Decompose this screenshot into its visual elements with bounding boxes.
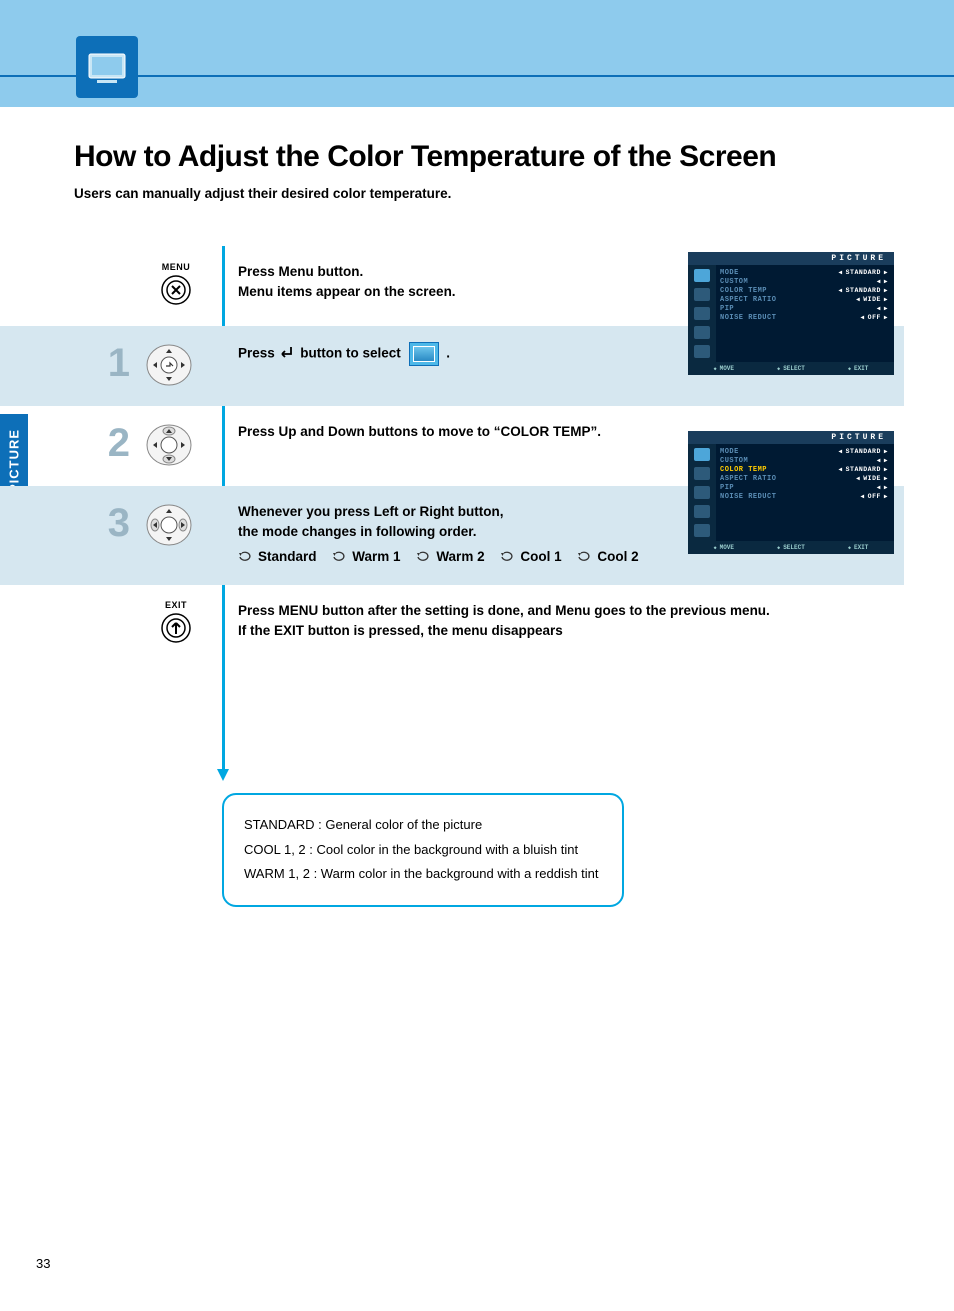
dpad-leftright-icon	[146, 500, 192, 548]
osd-screenshot-2: PICTURE MODESTANDARD CUSTOM COLOR TEMPST…	[688, 431, 894, 554]
osd-rows: MODESTANDARD CUSTOM COLOR TEMPSTANDARD A…	[716, 444, 894, 541]
page-number: 33	[36, 1256, 50, 1271]
osd-title: PICTURE	[688, 431, 894, 444]
info-line-2: COOL 1, 2 : Cool color in the background…	[244, 838, 602, 863]
osd-icon-column	[688, 444, 716, 541]
dpad-icon	[146, 340, 192, 388]
info-line-3: WARM 1, 2 : Warm color in the background…	[244, 862, 602, 887]
mode-cycle: Standard Warm 1 Warm 2 Cool 1 Cool 2	[238, 547, 674, 569]
step-2-number: 2	[108, 421, 130, 466]
steps-container: PICTURE MODESTANDARD CUSTOM COLOR TEMPST…	[0, 246, 904, 665]
step-3-number: 3	[108, 501, 130, 546]
step-exit-line2: If the EXIT button is pressed, the menu …	[238, 621, 864, 641]
step-1-tail: .	[443, 346, 451, 361]
step-1-number: 1	[108, 341, 130, 386]
cycle-arrow-icon	[238, 551, 252, 563]
top-rule	[0, 75, 954, 77]
dpad-updown-icon	[146, 420, 192, 468]
menu-button-icon: MENU	[160, 262, 192, 306]
osd-title: PICTURE	[688, 252, 894, 265]
step-exit: EXIT Press MENU button after the setting…	[0, 585, 904, 665]
exit-button-icon: EXIT	[160, 600, 192, 644]
step-menu-line2: Menu items appear on the screen.	[238, 282, 674, 302]
menu-label: MENU	[162, 262, 191, 272]
step-menu-line1: Press Menu button.	[238, 262, 674, 282]
info-line-1: STANDARD : General color of the picture	[244, 813, 602, 838]
top-band	[0, 0, 954, 107]
screen-icon	[409, 342, 439, 366]
page-subtitle: Users can manually adjust their desired …	[74, 186, 904, 201]
step-3-line1: Whenever you press Left or Right button,	[238, 502, 674, 522]
step-3-line2: the mode changes in following order.	[238, 522, 674, 542]
osd-rows: MODESTANDARD CUSTOM COLOR TEMPSTANDARD A…	[716, 265, 894, 362]
step-1-suffix: button to select	[297, 346, 405, 361]
tv-icon	[76, 36, 138, 98]
exit-label: EXIT	[165, 600, 187, 610]
enter-icon	[279, 344, 297, 364]
osd-screenshot-1: PICTURE MODESTANDARD CUSTOM COLOR TEMPST…	[688, 252, 894, 375]
osd-icon-column	[688, 265, 716, 362]
step-1-prefix: Press	[238, 346, 279, 361]
step-2-text: Press Up and Down buttons to move to “CO…	[238, 422, 674, 442]
step-exit-line1: Press MENU button after the setting is d…	[238, 601, 864, 621]
info-box: STANDARD : General color of the picture …	[222, 793, 624, 907]
page-title: How to Adjust the Color Temperature of t…	[74, 140, 904, 174]
